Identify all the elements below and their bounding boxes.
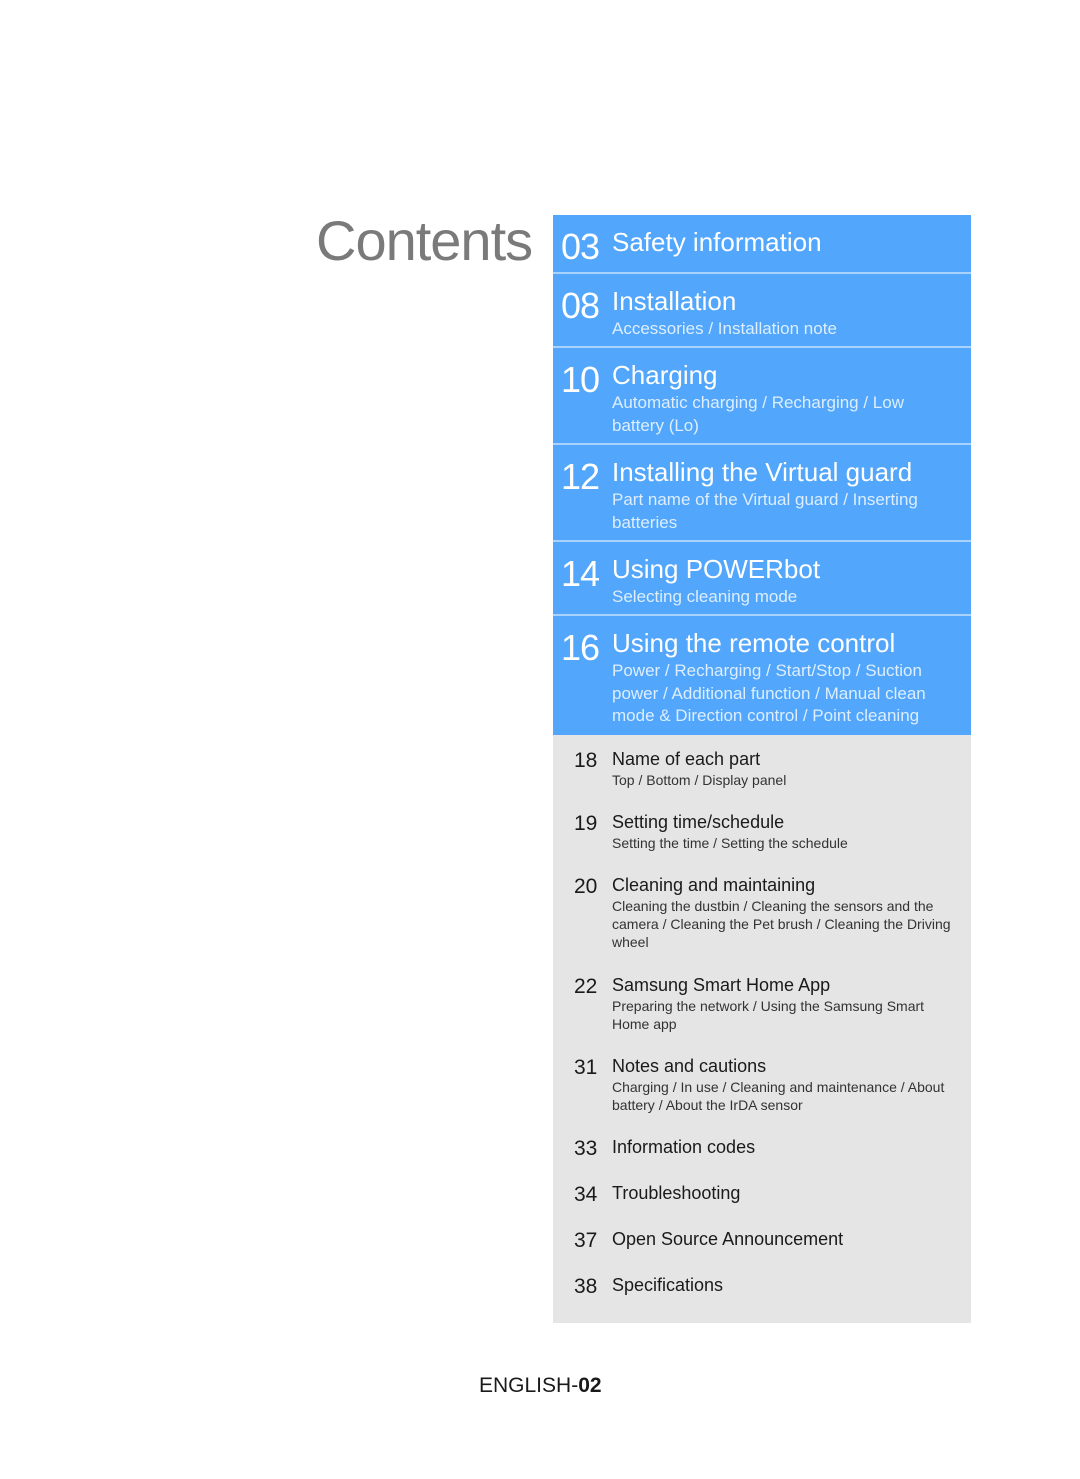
section-page-number: 37 [574, 1229, 598, 1252]
section-subtopics: Part name of the Virtual guard / Inserti… [612, 490, 918, 532]
section-title: Information codes [612, 1137, 756, 1157]
section-page-number: 14 [561, 553, 600, 594]
section-title: Troubleshooting [612, 1183, 741, 1203]
section-page-number: 19 [574, 812, 598, 835]
section-subtopics: Selecting cleaning mode [612, 587, 798, 606]
section-title: Setting time/schedule [612, 812, 785, 832]
section-page-number: 16 [561, 627, 600, 668]
toc-section-37[interactable]: 37 Open Source Announcement [553, 1227, 971, 1273]
section-title: Cleaning and maintaining [612, 875, 816, 895]
primary-sections: 03 Safety information 08 Installation Access… [553, 215, 971, 735]
toc-section-14[interactable]: 14 Using POWERbot Selecting cleaning mode [553, 542, 971, 616]
section-title: Using the remote control [612, 628, 896, 658]
toc-section-38[interactable]: 38 Specifications [553, 1273, 971, 1313]
toc-section-19[interactable]: 19 Setting time/schedule Setting the time … [553, 810, 971, 873]
toc-section-34[interactable]: 34 Troubleshooting [553, 1181, 971, 1227]
page-number: 02 [578, 1374, 602, 1397]
toc-section-31[interactable]: 31 Notes and cautions Charging / In use / … [553, 1054, 971, 1135]
footer-language: ENGLISH- [479, 1374, 579, 1397]
section-subtopics: Automatic charging / Recharging / Low ba… [612, 393, 904, 435]
section-title: Installation [612, 286, 737, 316]
toc-section-18[interactable]: 18 Name of each part Top / Bottom / Displa… [553, 747, 971, 810]
section-title: Safety information [612, 227, 822, 257]
section-page-number: 34 [574, 1183, 598, 1206]
section-title: Specifications [612, 1275, 724, 1295]
toc-section-12[interactable]: 12 Installing the Virtual guard Part name … [553, 445, 971, 542]
section-page-number: 20 [574, 875, 598, 898]
toc-section-08[interactable]: 08 Installation Accessories / Installation… [553, 274, 971, 348]
section-page-number: 33 [574, 1137, 598, 1160]
toc-section-03[interactable]: 03 Safety information [553, 215, 971, 274]
section-subtopics: Power / Recharging / Start/Stop / Suctio… [612, 661, 926, 725]
toc-section-33[interactable]: 33 Information codes [553, 1135, 971, 1181]
toc-section-22[interactable]: 22 Samsung Smart Home App Preparing the ne… [553, 973, 971, 1054]
toc-section-10[interactable]: 10 Charging Automatic charging / Rechargin… [553, 348, 971, 445]
section-subtopics: Top / Bottom / Display panel [612, 772, 787, 788]
page-title: Contents [316, 209, 533, 272]
section-page-number: 22 [574, 975, 598, 998]
contents-panel: 03 Safety information 08 Installation Access… [553, 215, 971, 1323]
section-page-number: 18 [574, 749, 598, 772]
section-title: Open Source Announcement [612, 1229, 844, 1249]
section-page-number: 38 [574, 1275, 598, 1298]
page-footer: ENGLISH-02 [479, 1374, 602, 1398]
toc-section-20[interactable]: 20 Cleaning and maintaining Cleaning the d… [553, 873, 971, 973]
section-title: Name of each part [612, 749, 761, 769]
section-page-number: 31 [574, 1056, 598, 1079]
section-subtopics: Preparing the network / Using the Samsun… [612, 998, 925, 1032]
section-page-number: 10 [561, 359, 600, 400]
section-title: Installing the Virtual guard [612, 457, 913, 487]
section-subtopics: Accessories / Installation note [612, 319, 837, 338]
section-title: Samsung Smart Home App [612, 975, 831, 995]
section-title: Notes and cautions [612, 1056, 767, 1076]
section-title: Using POWERbot [612, 554, 821, 584]
section-page-number: 08 [561, 285, 600, 326]
section-page-number: 12 [561, 456, 600, 497]
section-subtopics: Setting the time / Setting the schedule [612, 835, 848, 851]
secondary-sections: 18 Name of each part Top / Bottom / Displa… [553, 735, 971, 1323]
toc-section-16[interactable]: 16 Using the remote control Power / Rechar… [553, 616, 971, 735]
section-page-number: 03 [561, 226, 600, 267]
section-title: Charging [612, 360, 718, 390]
section-subtopics: Charging / In use / Cleaning and mainten… [612, 1079, 945, 1113]
section-subtopics: Cleaning the dustbin / Cleaning the sens… [612, 898, 951, 950]
